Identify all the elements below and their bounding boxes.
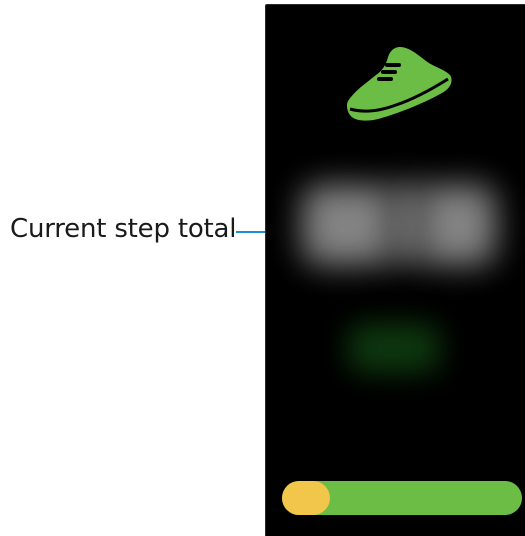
step-progress-bar <box>282 481 522 515</box>
watch-screen <box>265 4 525 536</box>
step-goal-text <box>348 323 440 373</box>
step-progress-indicator <box>282 481 330 515</box>
shoe-icon <box>346 47 452 121</box>
step-count-blob <box>420 185 496 265</box>
step-count-value <box>292 167 504 285</box>
step-count-blob <box>302 185 392 265</box>
illustration-canvas: Current step total <box>0 0 525 536</box>
callout-label: Current step total <box>10 214 237 244</box>
